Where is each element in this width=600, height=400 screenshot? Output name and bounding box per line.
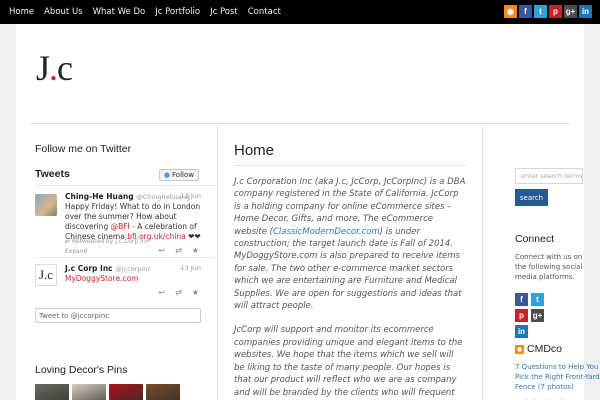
column-divider: [217, 126, 218, 400]
retweet-note: ⇄ Retweeted by J.c Corp Inc: [65, 238, 149, 245]
timeline-header: Tweets ● Follow: [35, 164, 215, 186]
connect-social-icons: f t p g+ in: [515, 293, 555, 338]
favorite-icon[interactable]: ★: [192, 246, 199, 255]
tweet-actions: ↩ ⇄ ★: [158, 288, 199, 297]
tweet-text: MyDoggyStore.com: [65, 274, 205, 284]
twitter-bird-icon: ●: [163, 171, 171, 179]
classicmoderndecor-link[interactable]: ClassicModernDecor.com: [273, 227, 380, 237]
nav-jc-portfolio[interactable]: Jc Portfolio: [150, 0, 205, 24]
pin-thumbnail[interactable]: [146, 384, 180, 400]
nav-home[interactable]: Home: [0, 0, 39, 24]
twitter-widget-title: Follow me on Twitter: [35, 143, 132, 155]
rss-list: 7 Questions to Help You Pick the Right F…: [515, 362, 600, 400]
tweet-author-name: Ching-He Huang: [65, 192, 134, 201]
search-button[interactable]: search: [515, 189, 548, 206]
main-nav: Home About Us What We Do Jc Portfolio Jc…: [0, 0, 286, 24]
facebook-icon[interactable]: f: [519, 5, 532, 18]
site-logo[interactable]: J.c: [36, 48, 73, 88]
nav-contact[interactable]: Contact: [243, 0, 286, 24]
connect-description: Connect with us on the following social …: [515, 253, 583, 281]
intro-paragraph: J.c Corporation Inc (aka J.c, JcCorp, Jc…: [234, 176, 466, 312]
page-body: J.c Corporation Inc (aka J.c, JcCorp, Jc…: [234, 176, 466, 400]
avatar[interactable]: J.c: [35, 264, 57, 286]
expand-link[interactable]: Expand: [65, 248, 87, 255]
paragraph-text: ) is under construction; the target laun…: [234, 226, 462, 312]
pinterest-icon[interactable]: p: [515, 309, 528, 322]
tweet-author-name: J.c Corp Inc: [65, 264, 113, 273]
page-container: J.c Follow me on Twitter Tweets ● Follow …: [16, 24, 600, 400]
rss-title-text[interactable]: CMDco: [527, 343, 562, 355]
retweet-text: Retweeted by J.c Corp Inc: [71, 238, 149, 245]
tweet-text: Happy Friday! What to do in London over …: [65, 202, 205, 242]
second-paragraph: JcCorp will support and monitor its ecom…: [234, 325, 463, 400]
rss-item-link[interactable]: 7 Questions to Help You Pick the Right F…: [515, 362, 600, 392]
retweet-icon[interactable]: ⇄: [175, 246, 182, 255]
top-bar: Home About Us What We Do Jc Portfolio Jc…: [0, 0, 600, 24]
rss-icon: ◉: [515, 344, 524, 354]
search-input[interactable]: enter search terms: [515, 168, 583, 184]
tweet-text-part: ❤❤: [185, 232, 201, 241]
reply-icon[interactable]: ↩: [158, 246, 165, 255]
logo-dot: .: [49, 48, 58, 88]
facebook-icon[interactable]: f: [515, 293, 528, 306]
main-content: Home J.c Corporation Inc (aka J.c, JcCor…: [234, 142, 466, 400]
retweet-icon: ⇄: [65, 238, 72, 245]
pin-thumbnail[interactable]: [109, 384, 143, 400]
favorite-icon[interactable]: ★: [192, 288, 199, 297]
left-sidebar: Follow me on Twitter Tweets ● Follow Chin…: [32, 126, 218, 400]
rss-icon[interactable]: ◉: [504, 5, 517, 18]
nav-what-we-do[interactable]: What We Do: [88, 0, 151, 24]
twitter-timeline: Tweets ● Follow Ching-He Huang @Chinghehu…: [35, 164, 215, 323]
tweet-item: Ching-He Huang @Chinghehuang 13 Jun Happ…: [35, 188, 215, 258]
reply-icon[interactable]: ↩: [158, 288, 165, 297]
tweet-handle: @jccorpinc: [115, 265, 151, 273]
pins-widget-title: Loving Decor's Pins: [35, 364, 128, 376]
linkedin-icon[interactable]: in: [579, 5, 592, 18]
tweet-author[interactable]: Ching-He Huang @Chinghehuang: [65, 192, 190, 201]
google-plus-icon[interactable]: g+: [564, 5, 577, 18]
logo-j: J: [36, 48, 50, 88]
page-title: Home: [234, 142, 466, 166]
pinterest-icon[interactable]: p: [549, 5, 562, 18]
tweet-date[interactable]: 13 Jun: [181, 264, 202, 272]
pins-gallery: [35, 384, 180, 400]
twitter-icon[interactable]: t: [534, 5, 547, 18]
tweet-author[interactable]: J.c Corp Inc @jccorpinc: [65, 264, 151, 273]
tweet-item: J.c J.c Corp Inc @jccorpinc 13 Jun MyDog…: [35, 260, 215, 302]
pin-thumbnail[interactable]: [72, 384, 106, 400]
tweet-to-input[interactable]: Tweet to @jccorpinc: [35, 308, 201, 323]
connect-title: Connect: [515, 233, 555, 245]
rss-widget-title: ◉ CMDco: [515, 343, 562, 355]
twitter-icon[interactable]: t: [531, 293, 544, 306]
linkedin-icon[interactable]: in: [515, 325, 528, 338]
retweet-icon[interactable]: ⇄: [175, 288, 182, 297]
follow-label: Follow: [172, 171, 194, 179]
tweet-actions: ↩ ⇄ ★: [158, 246, 199, 255]
nav-jc-post[interactable]: Jc Post: [205, 0, 243, 24]
logo-c: c: [57, 48, 73, 88]
avatar[interactable]: [35, 194, 57, 216]
tweet-date[interactable]: 13 Jun: [181, 192, 202, 200]
tweets-heading: Tweets: [35, 168, 70, 180]
pin-thumbnail[interactable]: [35, 384, 69, 400]
column-divider: [482, 126, 483, 400]
header-divider: [30, 123, 570, 124]
social-icons-top: ◉ f t p g+ in: [504, 5, 592, 18]
google-plus-icon[interactable]: g+: [531, 309, 544, 322]
url-link[interactable]: MyDoggyStore.com: [65, 274, 138, 283]
follow-button[interactable]: ● Follow: [158, 169, 199, 181]
mention-link[interactable]: @BFI: [111, 222, 130, 231]
nav-about-us[interactable]: About Us: [39, 0, 87, 24]
